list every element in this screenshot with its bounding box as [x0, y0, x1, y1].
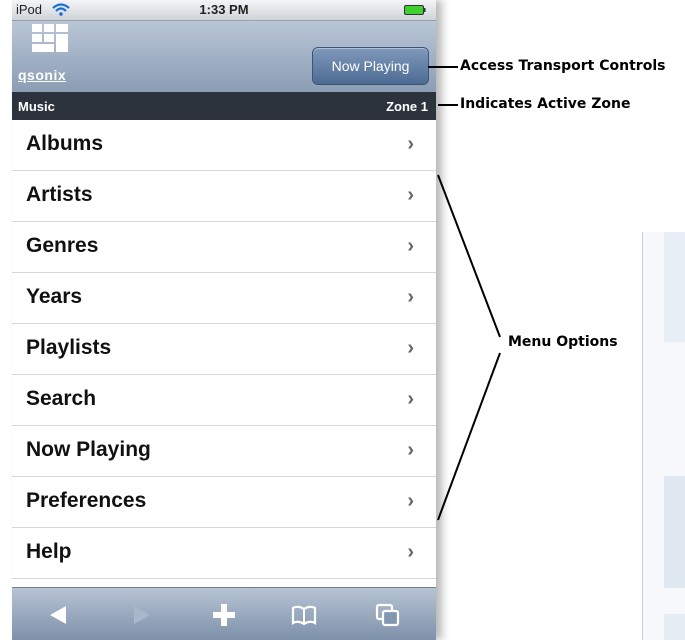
clock: 1:33 PM: [199, 2, 249, 17]
zone-bar: Music Zone 1: [12, 92, 436, 120]
menu-item-genres[interactable]: Genres ›: [12, 222, 436, 273]
active-zone-label[interactable]: Zone 1: [386, 99, 428, 114]
menu-list: Albums › Artists › Genres › Years › Play…: [12, 120, 436, 579]
menu-item-label: Albums: [26, 132, 104, 155]
chevron-right-icon: ›: [407, 286, 414, 308]
background-block: [664, 232, 685, 342]
chevron-right-icon: ›: [407, 388, 414, 410]
qsonix-logo-icon: [32, 24, 68, 52]
qsonix-logo-text[interactable]: qsonix: [18, 67, 66, 83]
bookmarks-icon[interactable]: [290, 602, 318, 628]
app-header: qsonix Now Playing: [12, 21, 436, 92]
menu-item-albums[interactable]: Albums ›: [12, 120, 436, 171]
annotation-zone: Indicates Active Zone: [460, 96, 631, 112]
status-bar: iPod 1:33 PM: [12, 0, 436, 21]
chevron-right-icon: ›: [407, 184, 414, 206]
chevron-right-icon: ›: [407, 133, 414, 155]
chevron-right-icon: ›: [407, 235, 414, 257]
add-icon[interactable]: [210, 602, 238, 628]
menu-item-now-playing[interactable]: Now Playing ›: [12, 426, 436, 477]
forward-arrow-icon[interactable]: [128, 602, 156, 628]
menu-item-label: Playlists: [26, 336, 112, 359]
browser-toolbar: [12, 587, 436, 640]
menu-item-label: Search: [26, 387, 97, 410]
menu-item-label: Genres: [26, 234, 99, 257]
background-block: [664, 614, 685, 640]
menu-item-label: Years: [26, 285, 83, 308]
chevron-right-icon: ›: [407, 439, 414, 461]
background-block: [664, 476, 685, 588]
menu-item-search[interactable]: Search ›: [12, 375, 436, 426]
pages-icon[interactable]: [374, 602, 402, 628]
now-playing-button[interactable]: Now Playing: [312, 47, 429, 85]
annotation-transport: Access Transport Controls: [460, 58, 666, 74]
menu-item-label: Artists: [26, 183, 93, 206]
menu-item-playlists[interactable]: Playlists ›: [12, 324, 436, 375]
section-label: Music: [18, 99, 55, 114]
battery-icon: [404, 5, 426, 15]
menu-item-label: Now Playing: [26, 438, 151, 461]
menu-item-years[interactable]: Years ›: [12, 273, 436, 324]
annotation-menu: Menu Options: [508, 334, 618, 350]
back-arrow-icon[interactable]: [44, 602, 72, 628]
chevron-right-icon: ›: [407, 490, 414, 512]
menu-item-label: Preferences: [26, 489, 147, 512]
menu-item-artists[interactable]: Artists ›: [12, 171, 436, 222]
menu-item-help[interactable]: Help ›: [12, 528, 436, 579]
menu-item-label: Help: [26, 540, 72, 563]
menu-item-preferences[interactable]: Preferences ›: [12, 477, 436, 528]
chevron-right-icon: ›: [407, 337, 414, 359]
chevron-right-icon: ›: [407, 541, 414, 563]
iphone-screen: iPod 1:33 PM qsonix Now Playing Music Zo…: [12, 0, 436, 640]
